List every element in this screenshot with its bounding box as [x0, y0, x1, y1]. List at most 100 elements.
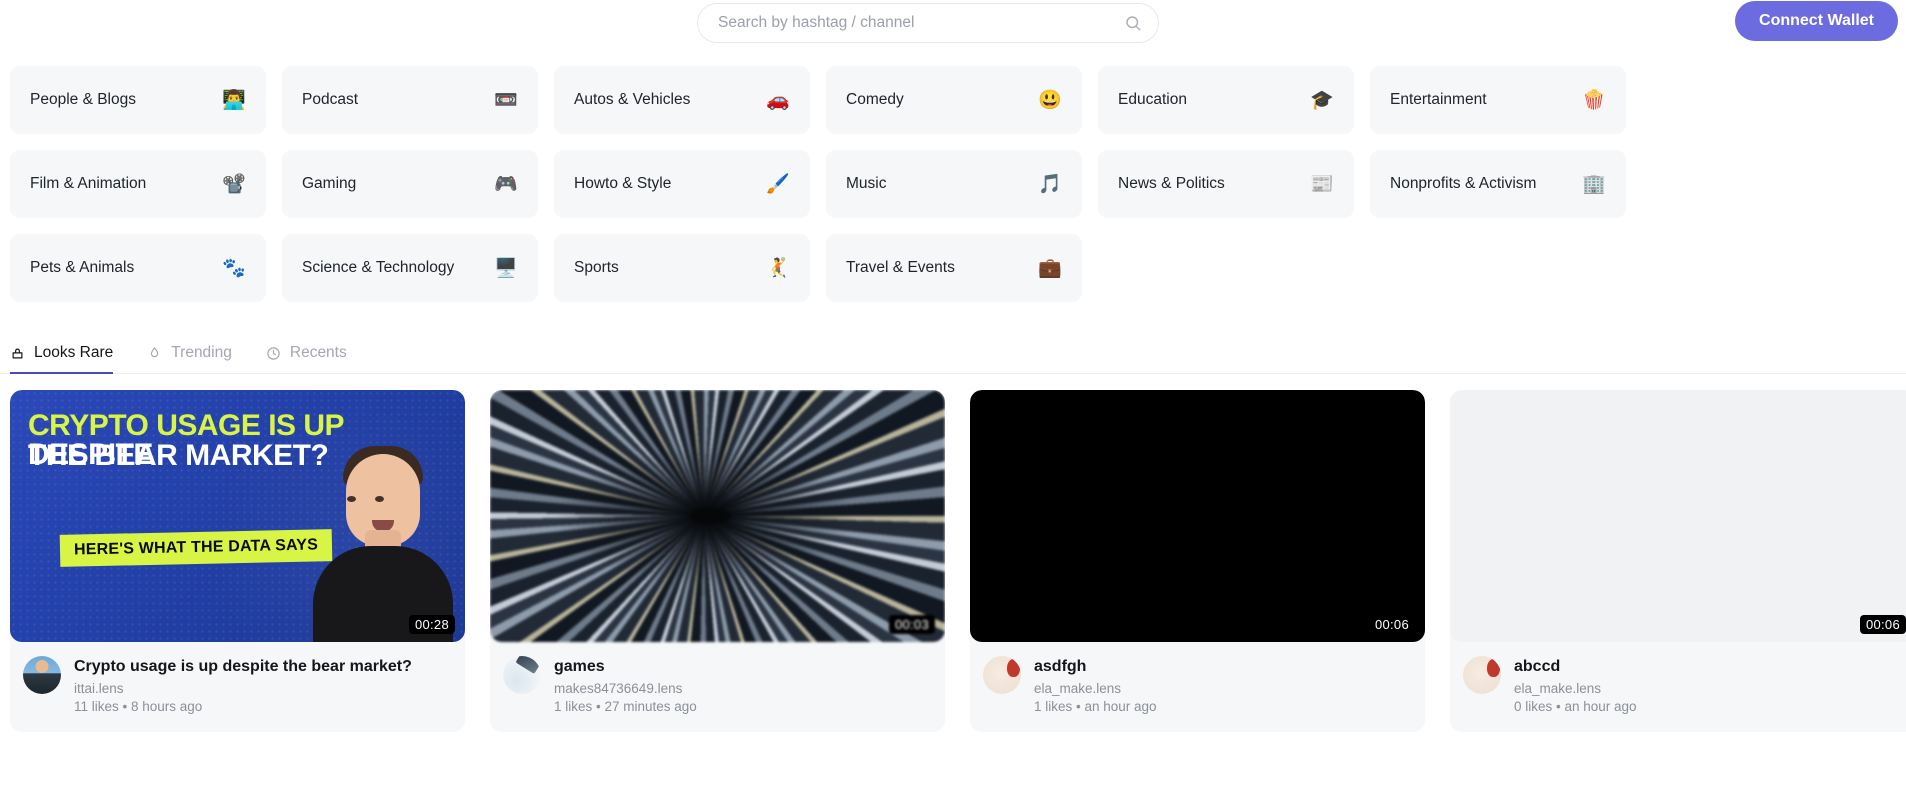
category-chip-news-politics[interactable]: News & Politics 📰: [1098, 150, 1354, 218]
office-building-icon: 🏢: [1582, 173, 1606, 195]
tab-label: Looks Rare: [34, 344, 114, 361]
video-title[interactable]: abccd: [1514, 656, 1637, 678]
category-chip-list: People & Blogs 👨‍💻 Podcast 📼 Autos & Veh…: [0, 46, 1906, 302]
category-label: Howto & Style: [574, 175, 672, 192]
avatar[interactable]: [23, 656, 61, 694]
video-card[interactable]: 00:03 games makes84736649.lens 1 likes •…: [490, 390, 945, 733]
category-label: Education: [1118, 91, 1187, 108]
category-label: Nonprofits & Activism: [1390, 175, 1537, 192]
category-label: People & Blogs: [30, 91, 136, 108]
category-chip-autos-vehicles[interactable]: Autos & Vehicles 🚗: [554, 66, 810, 134]
category-label: Autos & Vehicles: [574, 91, 691, 108]
search-box[interactable]: [697, 3, 1159, 43]
video-meta: asdfgh ela_make.lens 1 likes • an hour a…: [970, 642, 1425, 732]
category-label: Comedy: [846, 91, 904, 108]
category-label: Gaming: [302, 175, 357, 192]
category-chip-pets-animals[interactable]: Pets & Animals 🐾: [10, 234, 266, 302]
tab-trending[interactable]: Trending: [147, 344, 232, 373]
thumbnail-presenter-illustration: [309, 446, 457, 642]
category-label: Film & Animation: [30, 175, 147, 192]
video-thumbnail[interactable]: 00:06: [970, 390, 1425, 642]
tab-recents[interactable]: Recents: [266, 344, 347, 373]
feed-tab-bar: Looks Rare Trending Recents: [0, 318, 1906, 374]
search-input[interactable]: [718, 14, 1124, 32]
category-chip-science-technology[interactable]: Science & Technology 🖥️: [282, 234, 538, 302]
avatar[interactable]: [1463, 656, 1501, 694]
category-label: Travel & Events: [846, 259, 955, 276]
podcast-icon: 📼: [494, 89, 518, 111]
category-chip-howto-style[interactable]: Howto & Style 🖌️: [554, 150, 810, 218]
smile-icon: 😃: [1038, 89, 1062, 111]
category-chip-sports[interactable]: Sports 🤾: [554, 234, 810, 302]
category-label: Entertainment: [1390, 91, 1487, 108]
channel-handle[interactable]: ela_make.lens: [1034, 681, 1157, 696]
category-label: Sports: [574, 259, 619, 276]
category-chip-education[interactable]: Education 🎓: [1098, 66, 1354, 134]
video-duration-badge: 00:03: [888, 615, 935, 634]
music-note-icon: 🎵: [1038, 173, 1062, 195]
thumbnail-subtitle-badge: HERE'S WHAT THE DATA SAYS: [59, 529, 333, 567]
video-duration-badge: 00:06: [1368, 615, 1415, 634]
video-title[interactable]: games: [554, 656, 697, 678]
briefcase-icon: 💼: [1038, 257, 1062, 279]
video-meta: abccd ela_make.lens 0 likes • an hour ag…: [1450, 642, 1906, 732]
paw-print-icon: 🐾: [222, 257, 246, 279]
channel-handle[interactable]: ela_make.lens: [1514, 681, 1637, 696]
video-stats: 1 likes • 27 minutes ago: [554, 699, 697, 715]
video-duration-badge: 00:06: [1859, 615, 1906, 634]
video-grid: CRYPTO USAGE IS UP DESPITE THE BEAR MARK…: [0, 374, 1906, 733]
projector-icon: 📽️: [222, 173, 246, 195]
video-duration-badge: 00:28: [408, 615, 455, 634]
avatar[interactable]: [503, 656, 541, 694]
clock-icon: [267, 346, 280, 360]
channel-handle[interactable]: ittai.lens: [74, 681, 412, 696]
graduation-cap-icon: 🎓: [1310, 89, 1334, 111]
category-label: Science & Technology: [302, 259, 455, 276]
category-label: Pets & Animals: [30, 259, 135, 276]
category-chip-travel-events[interactable]: Travel & Events 💼: [826, 234, 1082, 302]
gem-icon: [12, 348, 23, 358]
category-label: News & Politics: [1118, 175, 1225, 192]
gamepad-icon: 🎮: [494, 173, 518, 195]
video-thumbnail[interactable]: 00:06: [1450, 390, 1906, 642]
category-chip-nonprofits-activism[interactable]: Nonprofits & Activism 🏢: [1370, 150, 1626, 218]
category-chip-podcast[interactable]: Podcast 📼: [282, 66, 538, 134]
video-card[interactable]: 00:06 abccd ela_make.lens 0 likes • an h…: [1450, 390, 1906, 733]
category-chip-comedy[interactable]: Comedy 😃: [826, 66, 1082, 134]
video-stats: 11 likes • 8 hours ago: [74, 699, 203, 715]
tab-label: Recents: [289, 344, 347, 361]
video-thumbnail[interactable]: 00:03: [490, 390, 945, 642]
tab-looks-rare[interactable]: Looks Rare: [10, 344, 114, 374]
category-label: Podcast: [302, 91, 359, 108]
search-icon[interactable]: [1124, 14, 1142, 32]
video-card[interactable]: CRYPTO USAGE IS UP DESPITE THE BEAR MARK…: [10, 390, 465, 733]
avatar[interactable]: [983, 656, 1021, 694]
paintbrush-icon: 🖌️: [766, 173, 790, 195]
video-stats: 0 likes • an hour ago: [1514, 699, 1637, 715]
handball-player-icon: 🤾: [766, 257, 790, 279]
category-chip-gaming[interactable]: Gaming 🎮: [282, 150, 538, 218]
category-chip-people-blogs[interactable]: People & Blogs 👨‍💻: [10, 66, 266, 134]
video-thumbnail[interactable]: CRYPTO USAGE IS UP DESPITE THE BEAR MARK…: [10, 390, 465, 642]
connect-wallet-button[interactable]: Connect Wallet: [1735, 1, 1898, 41]
category-label: Music: [846, 175, 887, 192]
thumbnail-headline-line2: THE BEAR MARKET?: [28, 439, 329, 472]
newspaper-icon: 📰: [1310, 173, 1334, 195]
popcorn-icon: 🍿: [1582, 89, 1606, 111]
category-chip-music[interactable]: Music 🎵: [826, 150, 1082, 218]
chip-icon: 🖥️: [494, 257, 518, 279]
category-chip-entertainment[interactable]: Entertainment 🍿: [1370, 66, 1626, 134]
video-title[interactable]: Crypto usage is up despite the bear mark…: [74, 656, 412, 678]
video-card[interactable]: 00:06 asdfgh ela_make.lens 1 likes • an …: [970, 390, 1425, 733]
tunnel-vanishing-point: [690, 508, 731, 525]
video-stats: 1 likes • an hour ago: [1034, 699, 1157, 715]
video-title[interactable]: asdfgh: [1034, 656, 1157, 678]
video-meta: Crypto usage is up despite the bear mark…: [10, 642, 465, 732]
category-chip-film-animation[interactable]: Film & Animation 📽️: [10, 150, 266, 218]
tab-label: Trending: [171, 344, 232, 361]
car-icon: 🚗: [766, 89, 790, 111]
video-meta: games makes84736649.lens 1 likes • 27 mi…: [490, 642, 945, 732]
top-bar: Connect Wallet: [0, 0, 1906, 46]
channel-handle[interactable]: makes84736649.lens: [554, 681, 697, 696]
flame-icon: [151, 346, 159, 357]
